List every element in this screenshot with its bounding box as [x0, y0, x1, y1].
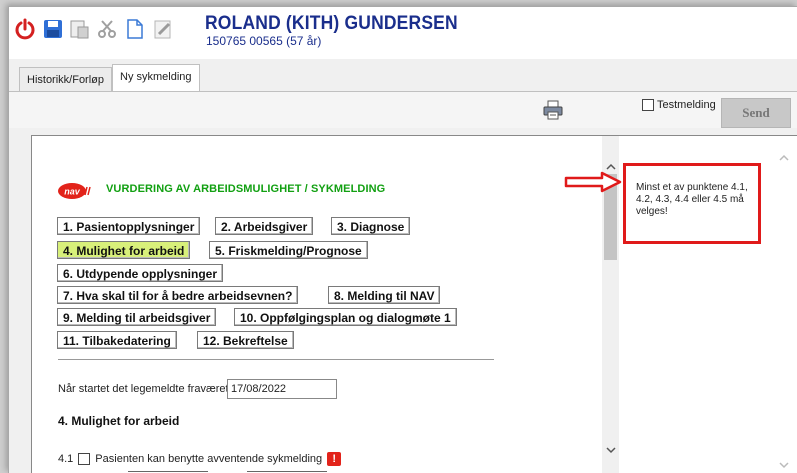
section-button-3[interactable]: 3. Diagnose	[331, 217, 411, 235]
section-button-7[interactable]: 7. Hva skal til for å bedre arbeidsevnen…	[57, 286, 299, 304]
warning-arrow-icon	[564, 171, 622, 193]
avventende-sykmelding-checkbox[interactable]	[78, 453, 91, 465]
question-4-1: 4.1 Pasienten kan benytte avventende syk…	[58, 452, 342, 466]
testmelding-option[interactable]: Testmelding	[642, 99, 716, 111]
toolbar: ROLAND (KITH) GUNDERSEN 150765 00565 (57…	[9, 7, 797, 59]
alert-icon: !	[327, 452, 342, 466]
side-scroll-down-icon[interactable]	[779, 458, 789, 472]
section-button-12[interactable]: 12. Bekreftelse	[197, 331, 294, 349]
section-button-1[interactable]: 1. Pasientopplysninger	[57, 217, 201, 235]
new-document-icon[interactable]	[123, 17, 147, 41]
tab-historikk[interactable]: Historikk/Forløp	[19, 67, 113, 91]
field-underline	[247, 471, 327, 472]
section-button-10[interactable]: 10. Oppfølgingsplan og dialogmøte 1	[234, 308, 457, 326]
section-button-11[interactable]: 11. Tilbakedatering	[57, 331, 177, 349]
cut-icon[interactable]	[95, 17, 119, 41]
patient-id: 150765 00565 (57 år)	[206, 34, 322, 48]
validation-warning: Minst et av punktene 4.1, 4.2, 4.3, 4.4 …	[623, 163, 761, 244]
divider	[58, 359, 494, 360]
testmelding-label: Testmelding	[657, 99, 716, 111]
edit-icon[interactable]	[151, 17, 175, 41]
field-underline	[128, 471, 208, 472]
app-window: ROLAND (KITH) GUNDERSEN 150765 00565 (57…	[8, 6, 797, 473]
nav-logo-text: nav	[64, 187, 81, 197]
nav-logo-icon: nav	[58, 183, 91, 199]
absence-question-label: Når startet det legemeldte fraværet?	[58, 383, 235, 395]
sign-icon[interactable]	[67, 17, 91, 41]
section-button-4[interactable]: 4. Mulighet for arbeid	[57, 241, 191, 259]
print-icon[interactable]	[542, 99, 564, 121]
section-button-5[interactable]: 5. Friskmelding/Prognose	[209, 241, 368, 259]
section-button-8[interactable]: 8. Melding til NAV	[328, 286, 441, 304]
side-scroll-up-icon[interactable]	[779, 150, 789, 164]
section-button-9[interactable]: 9. Melding til arbeidsgiver	[57, 308, 217, 326]
tab-ny-sykmelding[interactable]: Ny sykmelding	[112, 64, 200, 92]
section-button-2[interactable]: 2. Arbeidsgiver	[215, 217, 314, 235]
question-number: 4.1	[58, 453, 74, 465]
validation-warning-text: Minst et av punktene 4.1, 4.2, 4.3, 4.4 …	[636, 182, 748, 217]
scroll-down-icon[interactable]	[602, 442, 619, 458]
power-icon[interactable]	[13, 17, 37, 41]
tab-bar: Historikk/Forløp Ny sykmelding	[9, 61, 797, 92]
testmelding-checkbox[interactable]	[642, 99, 654, 111]
save-icon[interactable]	[41, 17, 65, 41]
section-heading: 4. Mulighet for arbeid	[58, 414, 180, 428]
question-label: Pasienten kan benytte avventende sykmeld…	[95, 453, 323, 465]
section-button-6[interactable]: 6. Utdypende opplysninger	[57, 264, 224, 282]
form-area: nav VURDERING AV ARBEIDSMULIGHET / SYKME…	[32, 136, 602, 473]
patient-name: ROLAND (KITH) GUNDERSEN	[205, 13, 458, 34]
send-button[interactable]: Send	[721, 98, 791, 128]
form-title: VURDERING AV ARBEIDSMULIGHET / SYKMELDIN…	[106, 183, 386, 195]
absence-date-input[interactable]: 17/08/2022	[227, 379, 337, 399]
